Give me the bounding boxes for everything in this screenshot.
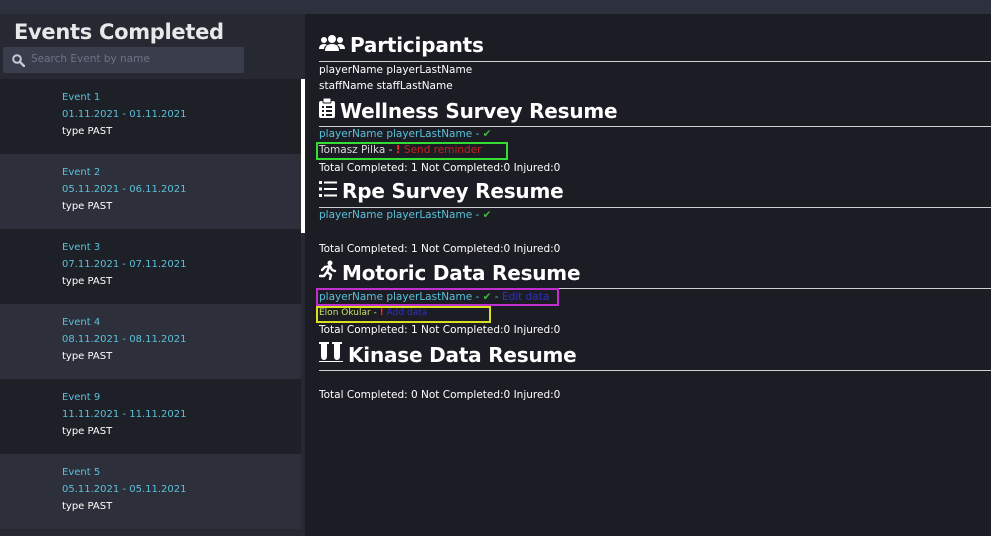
event-type: type PAST bbox=[62, 126, 113, 137]
event-item[interactable]: Event 4 08.11.2021 - 08.11.2021 type PAS… bbox=[0, 304, 301, 379]
clipboard-icon bbox=[319, 97, 335, 123]
rpe-totals: Total Completed: 1 Not Completed:0 Injur… bbox=[319, 243, 561, 255]
wellness-title: Wellness Survey Resume bbox=[340, 98, 618, 123]
divider bbox=[319, 61, 991, 62]
player-name: Elon Okular - bbox=[319, 308, 380, 318]
event-name: Event 1 bbox=[62, 92, 101, 103]
player-name: playerName playerLastName - bbox=[319, 209, 483, 221]
event-type: type PAST bbox=[62, 276, 113, 287]
event-dates: 01.11.2021 - 01.11.2021 bbox=[62, 109, 187, 120]
event-item[interactable]: Event 5 05.11.2021 - 05.11.2021 type PAS… bbox=[0, 454, 301, 529]
event-dates: 11.11.2021 - 11.11.2021 bbox=[62, 409, 187, 420]
player-name: playerName playerLastName - bbox=[319, 128, 483, 140]
send-reminder-link[interactable]: Send reminder bbox=[404, 144, 482, 156]
event-name: Event 9 bbox=[62, 392, 101, 403]
event-type: type PAST bbox=[62, 351, 113, 362]
rpe-title: Rpe Survey Resume bbox=[342, 179, 564, 203]
edit-data-link[interactable]: Edit data bbox=[502, 291, 549, 303]
running-icon bbox=[318, 260, 337, 285]
event-details: Participants playerName playerLastName s… bbox=[305, 14, 991, 536]
events-sidebar: Events Completed Search Event by name Ev… bbox=[0, 14, 305, 536]
kinase-title: Kinase Data Resume bbox=[348, 342, 577, 367]
rpe-completed-player: playerName playerLastName - ✔ bbox=[319, 209, 491, 221]
event-name: Event 5 bbox=[62, 467, 101, 478]
event-item[interactable]: Event 3 07.11.2021 - 07.11.2021 type PAS… bbox=[0, 229, 301, 304]
kinase-totals: Total Completed: 0 Not Completed:0 Injur… bbox=[319, 389, 561, 401]
divider bbox=[319, 207, 991, 208]
alert-icon: ! bbox=[395, 144, 401, 156]
event-name: Event 2 bbox=[62, 167, 101, 178]
wellness-totals: Total Completed: 1 Not Completed:0 Injur… bbox=[319, 162, 561, 174]
alert-icon: ! bbox=[379, 308, 384, 318]
event-dates: 07.11.2021 - 07.11.2021 bbox=[62, 259, 187, 270]
event-dates: 08.11.2021 - 08.11.2021 bbox=[62, 334, 187, 345]
player-name: Tomasz Pilka - bbox=[319, 144, 396, 156]
event-name: Event 3 bbox=[62, 242, 101, 253]
users-icon bbox=[319, 33, 345, 57]
divider bbox=[319, 370, 991, 371]
participant-player: playerName playerLastName bbox=[319, 64, 473, 76]
test-tubes-icon bbox=[319, 342, 343, 367]
motoric-completed-player: playerName playerLastName - ✔ - Edit dat… bbox=[319, 291, 550, 303]
motoric-heading: Motoric Data Resume bbox=[318, 260, 581, 285]
check-icon: ✔ bbox=[482, 128, 492, 140]
event-dates: 05.11.2021 - 06.11.2021 bbox=[62, 184, 187, 195]
motoric-totals: Total Completed: 1 Not Completed:0 Injur… bbox=[319, 324, 561, 336]
wellness-heading: Wellness Survey Resume bbox=[319, 97, 618, 123]
event-type: type PAST bbox=[62, 201, 113, 212]
event-item[interactable]: Event 9 11.11.2021 - 11.11.2021 type PAS… bbox=[0, 379, 301, 454]
divider bbox=[319, 126, 991, 127]
participants-title: Participants bbox=[350, 33, 484, 57]
sidebar-title: Events Completed bbox=[14, 20, 224, 44]
wellness-completed-player: playerName playerLastName - ✔ bbox=[319, 128, 491, 140]
list-icon bbox=[319, 179, 337, 203]
event-dates: 05.11.2021 - 05.11.2021 bbox=[62, 484, 187, 495]
event-item[interactable]: Event 2 05.11.2021 - 06.11.2021 type PAS… bbox=[0, 154, 301, 229]
add-data-link[interactable]: Add data bbox=[387, 308, 428, 318]
motoric-title: Motoric Data Resume bbox=[342, 260, 581, 285]
event-type: type PAST bbox=[62, 426, 113, 437]
rpe-heading: Rpe Survey Resume bbox=[319, 179, 564, 203]
participants-heading: Participants bbox=[319, 33, 484, 57]
event-name: Event 4 bbox=[62, 317, 101, 328]
search-input[interactable]: Search Event by name bbox=[3, 47, 244, 73]
event-item[interactable]: Event 1 01.11.2021 - 01.11.2021 type PAS… bbox=[0, 79, 301, 154]
player-name: playerName playerLastName - bbox=[319, 291, 483, 303]
wellness-pending-player: Tomasz Pilka - ! Send reminder bbox=[319, 144, 482, 156]
check-icon: ✔ bbox=[482, 209, 492, 221]
motoric-pending-player: Elon Okular - ! Add data bbox=[319, 308, 427, 318]
participant-staff: staffName staffLastName bbox=[319, 80, 453, 92]
top-bar bbox=[0, 0, 991, 14]
kinase-heading: Kinase Data Resume bbox=[319, 342, 577, 367]
search-icon bbox=[12, 52, 26, 71]
search-placeholder: Search Event by name bbox=[31, 53, 150, 65]
event-type: type PAST bbox=[62, 501, 113, 512]
